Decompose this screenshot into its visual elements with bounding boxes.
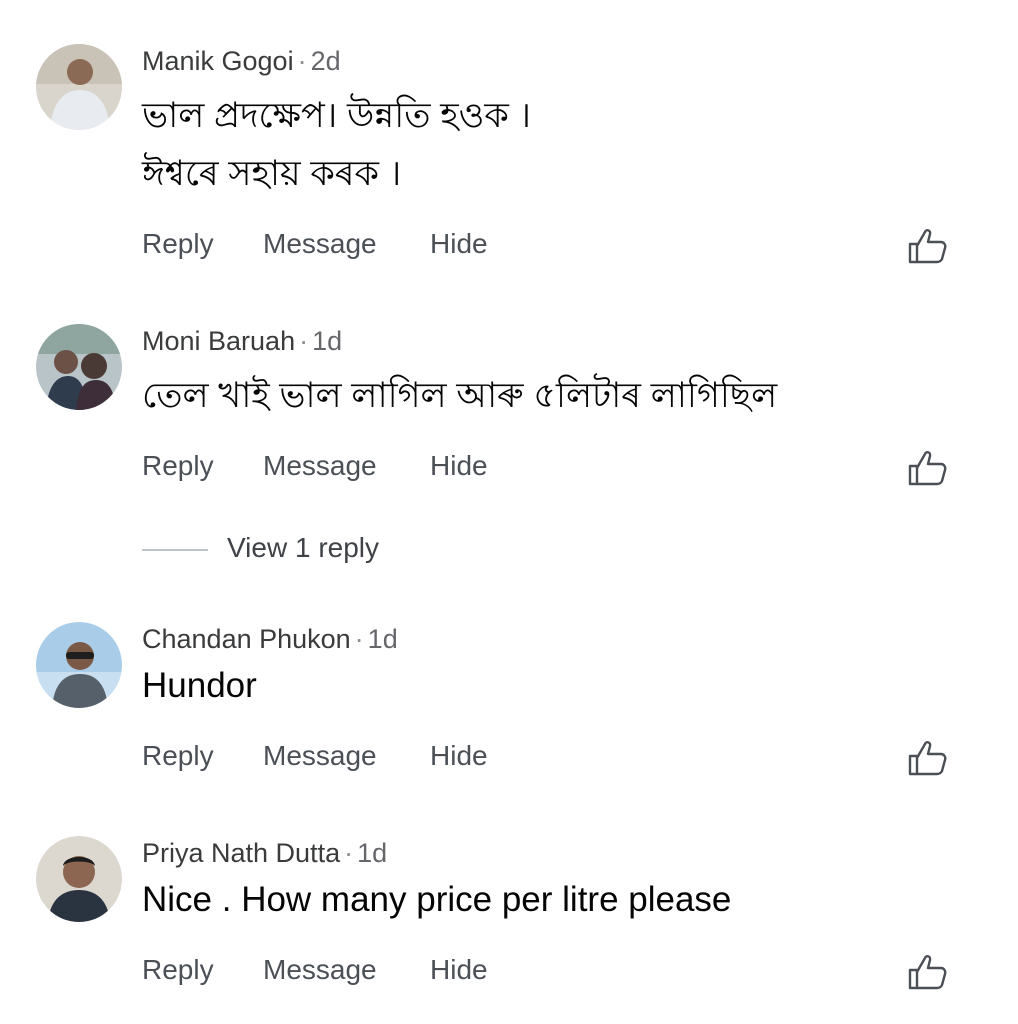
timestamp[interactable]: 1d [368,624,398,654]
like-button[interactable] [906,224,950,268]
hide-button[interactable]: Hide [430,228,488,260]
comment-text: Hundor [142,666,257,705]
reply-button[interactable]: Reply [142,450,214,482]
like-button[interactable] [906,446,950,490]
meta-separator: · [299,326,309,356]
author-name[interactable]: Priya Nath Dutta [142,838,340,868]
reply-button[interactable]: Reply [142,228,214,260]
avatar[interactable] [36,836,122,922]
timestamp[interactable]: 1d [357,838,387,868]
like-button[interactable] [906,950,950,994]
reply-thread-line [142,549,208,551]
message-button[interactable]: Message [263,450,377,482]
like-button[interactable] [906,736,950,780]
avatar[interactable] [36,622,122,708]
thumbs-up-icon [908,451,947,486]
comment-meta: Manik Gogoi · 2d [142,46,341,77]
comment-text: ভাল প্ৰদক্ষেপ। উন্নতি হওক । [142,96,532,135]
timestamp[interactable]: 2d [311,46,341,76]
comment-text: ঈশ্বৰে সহায় কৰক । [142,154,402,193]
avatar[interactable] [36,44,122,130]
comment-meta: Priya Nath Dutta · 1d [142,838,387,869]
comment-text: তেল খাই ভাল লাগিল আৰু ৫লিটাৰ লাগিছিল [142,376,778,415]
comment-meta: Chandan Phukon · 1d [142,624,398,655]
meta-separator: · [344,838,354,868]
hide-button[interactable]: Hide [430,954,488,986]
author-name[interactable]: Chandan Phukon [142,624,351,654]
message-button[interactable]: Message [263,228,377,260]
avatar[interactable] [36,324,122,410]
message-button[interactable]: Message [263,954,377,986]
comment-meta: Moni Baruah · 1d [142,326,342,357]
author-name[interactable]: Manik Gogoi [142,46,294,76]
thumbs-up-icon [908,741,947,776]
meta-separator: · [354,624,364,654]
hide-button[interactable]: Hide [430,450,488,482]
message-button[interactable]: Message [263,740,377,772]
author-name[interactable]: Moni Baruah [142,326,295,356]
view-replies-label[interactable]: View 1 reply [227,532,379,564]
view-replies-link[interactable]: View 1 reply [142,530,442,566]
reply-button[interactable]: Reply [142,740,214,772]
hide-button[interactable]: Hide [430,740,488,772]
meta-separator: · [297,46,307,76]
timestamp[interactable]: 1d [312,326,342,356]
reply-button[interactable]: Reply [142,954,214,986]
thumbs-up-icon [908,955,947,990]
comment-text: Nice . How many price per litre please [142,880,732,919]
thumbs-up-icon [908,229,947,264]
